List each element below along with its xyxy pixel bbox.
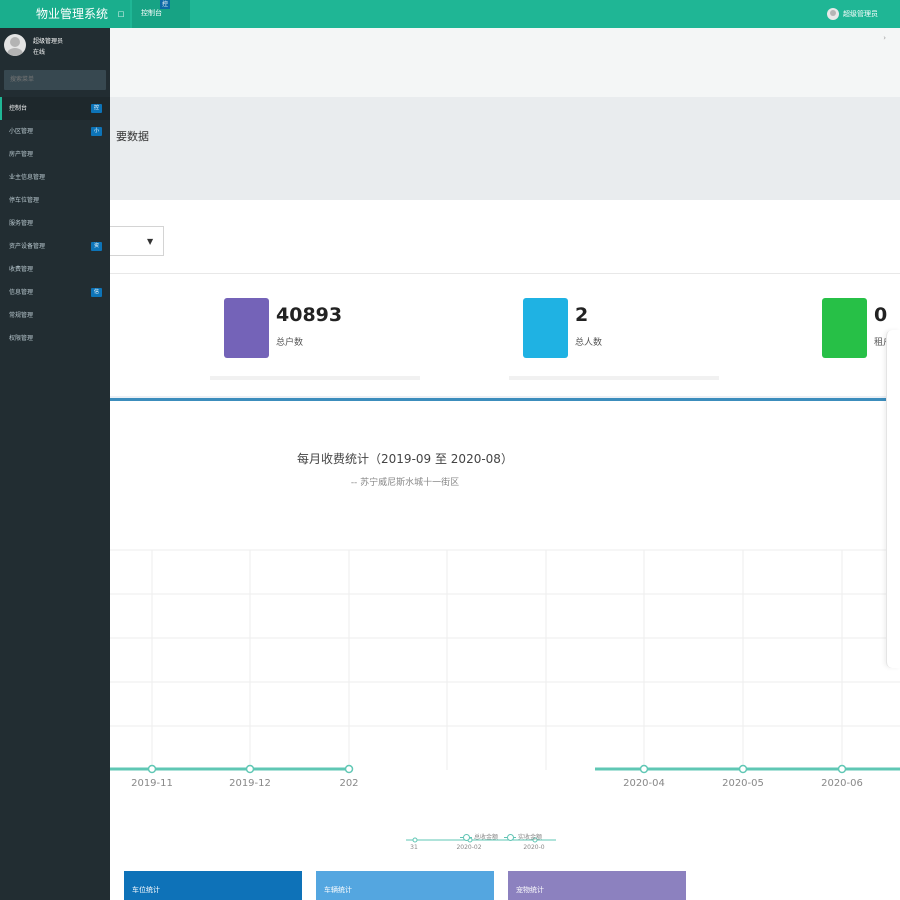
stat-color-block <box>523 298 568 358</box>
header-user-name: 超级管理员 <box>843 10 878 18</box>
legend-item[interactable]: 实收金额 <box>504 832 542 841</box>
sidebar-item-label: 停车位管理 <box>9 197 40 204</box>
sidebar: 超级管理员 在线 控制台 控小区管理 小房产管理业主信息管理停车位管理服务管理资产设… <box>0 28 110 900</box>
card-vehicle-stats[interactable]: 车辆统计 <box>316 871 494 900</box>
stat-value: 40893 <box>276 304 343 326</box>
stat-color-block <box>822 298 867 358</box>
sidebar-item-label: 收费管理 <box>9 266 34 273</box>
section-title: 要数据 <box>116 130 149 143</box>
sidebar-item[interactable]: 信息管理 信 <box>0 281 110 304</box>
stat-color-block <box>224 298 269 358</box>
legend-label: 实收金额 <box>518 834 543 841</box>
sidebar-item-label: 房产管理 <box>9 151 34 158</box>
mini-tick-label: 31 <box>410 844 418 851</box>
data-point[interactable] <box>837 764 847 774</box>
data-point[interactable] <box>639 764 649 774</box>
card-pet-stats[interactable]: 宠物统计 <box>508 871 686 900</box>
content-top-bar: › <box>110 28 900 97</box>
sidebar-item[interactable]: 小区管理 小 <box>0 120 110 143</box>
legend-marker-icon <box>504 833 517 841</box>
sidebar-item[interactable]: 资产设备管理 资 <box>0 235 110 258</box>
user-avatar-icon <box>827 8 839 20</box>
sidebar-item-label: 常规管理 <box>9 312 34 319</box>
sidebar-nav: 控制台 控小区管理 小房产管理业主信息管理 停车位管理服务管理资产设备管理 资收费管理信… <box>0 97 110 350</box>
x-tick-label: 2020-06 <box>821 778 863 789</box>
legend-label: 总收金额 <box>474 834 499 841</box>
breadcrumb-arrow-icon[interactable]: › <box>883 34 886 42</box>
user-panel: 超级管理员 在线 <box>4 34 106 64</box>
data-point[interactable] <box>344 764 354 774</box>
card-shadow <box>509 376 719 380</box>
menu-toggle-icon[interactable]: □ <box>114 0 128 28</box>
x-tick-label: 2020-04 <box>623 778 665 789</box>
sidebar-item-label: 控制台 <box>9 105 28 112</box>
data-point[interactable] <box>245 764 255 774</box>
x-tick-label: 2019-12 <box>229 778 271 789</box>
stat-value: 2 <box>575 304 589 326</box>
x-tick-label: 202 <box>339 778 358 789</box>
side-panel-edge <box>886 330 900 668</box>
mini-tick-label: 2020-0 <box>523 844 544 851</box>
sidebar-item-label: 权限管理 <box>9 335 34 342</box>
data-point[interactable] <box>147 764 157 774</box>
legend-item[interactable]: 总收金额 <box>460 832 498 841</box>
tab-badge: 控 <box>160 0 170 9</box>
sidebar-item[interactable]: 控制台 控 <box>0 97 110 120</box>
sidebar-item-badge: 信 <box>91 288 102 297</box>
sidebar-item-label: 小区管理 <box>9 128 34 135</box>
sidebar-user-name: 超级管理员 <box>33 38 64 45</box>
user-menu[interactable]: 超级管理员 <box>827 7 878 21</box>
top-header: 物业管理系统 □ 控制台 控 超级管理员 <box>0 0 900 28</box>
section-header: 要数据 <box>110 97 900 200</box>
data-point[interactable] <box>738 764 748 774</box>
stat-card-households: 40893 总户数 <box>210 274 420 380</box>
stat-label: 总人数 <box>575 338 603 348</box>
sidebar-item-label: 信息管理 <box>9 289 34 296</box>
user-status: 在线 <box>33 49 46 56</box>
sidebar-item-label: 服务管理 <box>9 220 34 227</box>
sidebar-item-badge: 资 <box>91 242 102 251</box>
sidebar-item[interactable]: 停车位管理 <box>0 189 110 212</box>
sidebar-item[interactable]: 权限管理 <box>0 327 110 350</box>
stats-area: 40893 总户数 2 总人数 0 租户 <box>110 274 900 396</box>
user-avatar-icon <box>4 34 26 56</box>
mini-data-point <box>412 837 418 843</box>
chart-legend: 总收金额 实收金额 <box>460 832 542 841</box>
sidebar-item-label: 资产设备管理 <box>9 243 46 250</box>
community-select[interactable]: ▼ <box>110 226 164 256</box>
chart-plot: 2019-11 2019-12 202 2020-04 2020-05 2020-06 <box>110 549 900 789</box>
fee-chart: 每月收费统计（2019-09 至 2020-08） -- 苏宁威尼斯水城十一街区… <box>110 401 900 813</box>
main-content: › 要数据 ▼ 40893 总户数 2 总人数 0 租户 每月收费统计（2019… <box>110 28 900 900</box>
mini-tick-label: 2020-02 <box>456 844 481 851</box>
app-logo[interactable]: 物业管理系统 <box>0 0 130 28</box>
stat-label: 总户数 <box>276 338 304 348</box>
chevron-down-icon: ▼ <box>147 237 154 246</box>
sidebar-item-badge: 控 <box>91 104 102 113</box>
filter-area: ▼ <box>110 200 900 274</box>
x-tick-label: 2020-05 <box>722 778 764 789</box>
stat-card-people: 2 总人数 <box>509 274 719 380</box>
sidebar-item[interactable]: 常规管理 <box>0 304 110 327</box>
bottom-cards: 车位统计 车辆统计 宠物统计 <box>110 860 900 900</box>
sidebar-item-label: 业主信息管理 <box>9 174 46 181</box>
card-parking-stats[interactable]: 车位统计 <box>124 871 302 900</box>
sidebar-item[interactable]: 房产管理 <box>0 143 110 166</box>
sidebar-item[interactable]: 业主信息管理 <box>0 166 110 189</box>
card-shadow <box>210 376 420 380</box>
stat-value: 0 <box>874 304 888 326</box>
x-tick-label: 2019-11 <box>131 778 173 789</box>
legend-marker-icon <box>460 833 472 841</box>
sidebar-item-badge: 小 <box>91 127 102 136</box>
sidebar-item[interactable]: 服务管理 <box>0 212 110 235</box>
sidebar-search-input[interactable] <box>4 70 106 90</box>
sidebar-item[interactable]: 收费管理 <box>0 258 110 281</box>
